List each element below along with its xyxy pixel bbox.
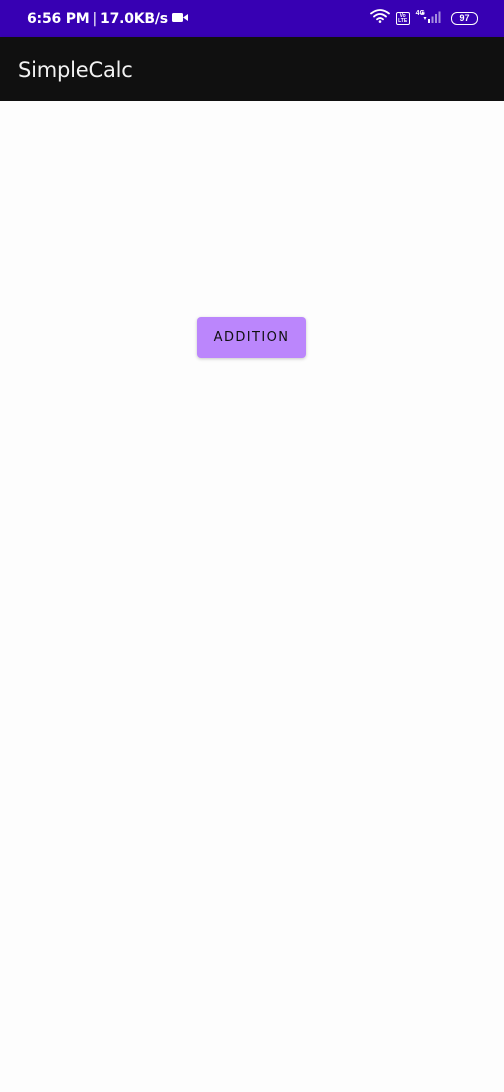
main-content: ADDITION <box>0 101 504 1092</box>
volte-bottom-label: LTE <box>398 17 408 24</box>
status-bar: 6:56 PM | 17.0KB/s Vo LTE 4G 97 <box>0 0 504 37</box>
battery-level: 97 <box>459 13 470 23</box>
wifi-icon <box>369 9 390 28</box>
network-speed: 17.0KB/s <box>100 10 168 27</box>
video-camera-icon <box>171 11 188 27</box>
app-bar: SimpleCalc <box>0 37 504 101</box>
status-separator: | <box>92 10 98 27</box>
status-left: 6:56 PM | 17.0KB/s <box>27 0 188 37</box>
network-type-label: 4G <box>415 10 425 17</box>
volte-icon: Vo LTE <box>395 12 410 25</box>
app-title: SimpleCalc <box>18 58 133 82</box>
status-time: 6:56 PM <box>27 10 90 27</box>
addition-button[interactable]: ADDITION <box>197 317 306 358</box>
battery-icon: 97 <box>451 12 478 25</box>
status-right: Vo LTE 4G 97 <box>366 0 478 37</box>
